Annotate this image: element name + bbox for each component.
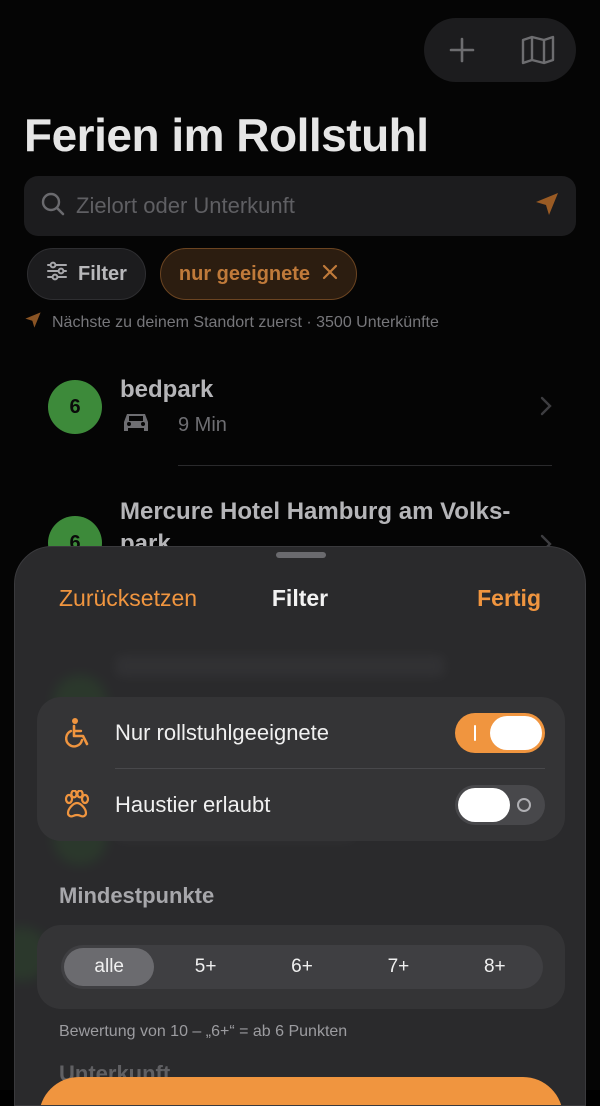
location-hint-text: Nächste zu deinem Standort zuerst · 3500… [52, 313, 439, 331]
sheet-header: Zurücksetzen Filter Fertig [15, 585, 585, 615]
wheelchair-toggle[interactable] [455, 713, 545, 753]
search-icon [40, 191, 66, 222]
toggle-row-wheelchair: Nur rollstuhlgeeignete [37, 697, 565, 769]
segment-8plus[interactable]: 8+ [450, 948, 540, 986]
sheet-grabber[interactable] [276, 552, 326, 558]
sliders-icon [46, 261, 68, 287]
active-filter-chip-label: nur geeignete [178, 262, 311, 285]
segment-all[interactable]: alle [64, 948, 155, 986]
page-title: Ferien im Rollstuhl [24, 109, 429, 161]
list-item-title: Mercure Hotel Hamburg am Volks- [120, 498, 511, 525]
filter-chip[interactable]: Filter [27, 248, 146, 300]
location-hint: Nächste zu deinem Standort zuerst · 3500… [24, 311, 439, 334]
location-arrow-icon [24, 311, 42, 334]
toggle-label: Haustier erlaubt [115, 792, 271, 817]
done-button[interactable]: Fertig [477, 585, 541, 612]
segment-5plus[interactable]: 5+ [160, 948, 250, 986]
chevron-right-icon [540, 396, 552, 421]
min-points-card: alle 5+ 6+ 7+ 8+ [37, 925, 565, 1009]
drive-duration: 9 Min [178, 413, 227, 436]
score-badge: 6 [48, 380, 102, 434]
list-item-subtitle: 9 Min [120, 410, 227, 440]
paw-icon [61, 789, 93, 821]
toggle-card: Nur rollstuhlgeeignete Haustier erlaubt [37, 697, 565, 841]
close-icon[interactable] [322, 263, 338, 286]
toggle-row-pets: Haustier erlaubt [37, 769, 565, 841]
location-arrow-icon[interactable] [534, 191, 560, 222]
search-bar[interactable]: Zielort oder Unterkunft [24, 176, 576, 236]
toggle-knob [458, 788, 510, 822]
active-filter-chip[interactable]: nur geeignete [159, 248, 358, 300]
car-icon [120, 410, 152, 440]
segment-6plus[interactable]: 6+ [257, 948, 347, 986]
search-input[interactable]: Zielort oder Unterkunft [76, 193, 534, 219]
min-points-hint: Bewertung von 10 – „6+“ = ab 6 Punkten [59, 1023, 348, 1040]
plus-icon[interactable] [430, 18, 494, 82]
toggle-on-mark [474, 725, 476, 741]
pets-toggle[interactable] [455, 785, 545, 825]
toggle-knob [490, 716, 542, 750]
list-item-title: bedpark [120, 376, 214, 403]
toggle-off-mark [517, 798, 531, 812]
segment-7plus[interactable]: 7+ [353, 948, 443, 986]
toggle-label: Nur rollstuhlgeeignete [115, 720, 330, 745]
apply-button[interactable] [39, 1077, 563, 1105]
list-item[interactable]: 6 bedpark 9 Min [0, 360, 600, 460]
filter-sheet: Zurücksetzen Filter Fertig Nur rollstuhl… [14, 546, 586, 1106]
map-icon[interactable] [506, 18, 570, 82]
filter-chip-label: Filter [78, 262, 127, 285]
wheelchair-icon [61, 717, 93, 749]
blurred-background [115, 655, 445, 677]
min-points-heading: Mindestpunkte [59, 883, 215, 908]
list-divider [178, 465, 552, 466]
min-points-segmented-control: alle 5+ 6+ 7+ 8+ [61, 945, 543, 989]
filter-chips: Filter nur geeignete [27, 248, 358, 300]
top-action-group [424, 18, 576, 82]
